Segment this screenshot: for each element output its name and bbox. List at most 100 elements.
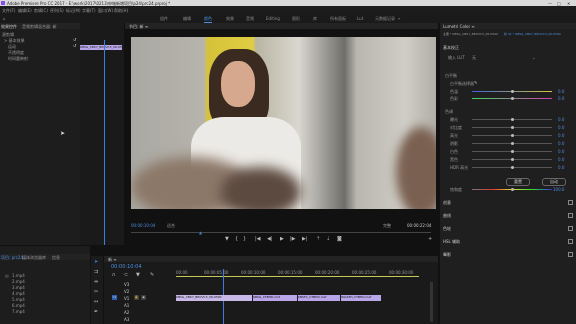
track-label-a1[interactable]: A1 xyxy=(124,303,129,308)
tone-whites-knob[interactable] xyxy=(511,150,514,153)
tone-exposure-slider[interactable] xyxy=(472,118,552,121)
lumetri-tab[interactable]: Lumetri Color ≡ xyxy=(443,24,475,29)
section-checkbox-5[interactable] xyxy=(568,252,573,257)
section-basic-correction[interactable]: 基本校正 xyxy=(443,45,459,51)
section-color-wheels[interactable]: 色轮 xyxy=(443,226,451,232)
section-checkbox-1[interactable] xyxy=(568,200,573,205)
timeline-scrollbar[interactable] xyxy=(430,282,433,322)
wb-temp-value[interactable]: 0.0 xyxy=(558,89,564,94)
tone-hdr-value[interactable]: 0.0 xyxy=(558,165,564,170)
tone-shadows-knob[interactable] xyxy=(511,142,514,145)
workspace-tab-graphics[interactable]: 图形 xyxy=(292,16,300,22)
timeline-clip[interactable]: KBSFC_CTBHD.mxf xyxy=(298,295,340,301)
tone-contrast-value[interactable]: 0.0 xyxy=(558,125,564,130)
project-item[interactable]: 1.mp4 xyxy=(12,273,25,278)
workspace-tab-libraries[interactable]: 库 xyxy=(313,16,317,22)
tone-highlights-knob[interactable] xyxy=(511,134,514,137)
section-checkbox-2[interactable] xyxy=(568,213,573,218)
lut-dropdown-chevron-icon[interactable]: ⌄ xyxy=(532,55,535,60)
tone-contrast-knob[interactable] xyxy=(511,126,514,129)
snap-icon[interactable]: ∩ xyxy=(112,272,116,278)
razor-tool-icon[interactable]: ✂ xyxy=(94,289,98,295)
lift-icon[interactable]: ⇡ xyxy=(316,236,320,242)
lumetri-sequence-label[interactable]: 新 01 * KBSG_CBK7_BEOVC3_06-0590 xyxy=(504,32,561,36)
saturation-slider[interactable] xyxy=(472,188,552,191)
tone-blacks-knob[interactable] xyxy=(511,158,514,161)
slip-tool-icon[interactable]: ↔ xyxy=(94,299,98,305)
work-area-bar[interactable] xyxy=(176,276,419,277)
reset-icon-2[interactable]: ↺ xyxy=(73,43,76,48)
tab-info[interactable]: 信息 xyxy=(52,255,60,261)
track-lock-icon[interactable]: 🔒 xyxy=(134,295,139,300)
workspace-tab-audio[interactable]: 音频 xyxy=(246,16,254,22)
effect-item-time-remap[interactable]: 时间重映射 xyxy=(8,56,28,62)
reset-icon[interactable]: ↺ xyxy=(73,37,76,42)
section-creative[interactable]: 创意 xyxy=(443,200,451,206)
tone-exposure-knob[interactable] xyxy=(511,118,514,121)
selection-tool-icon[interactable]: ➤ xyxy=(94,259,98,265)
project-item[interactable]: 2.mp4 xyxy=(12,279,25,284)
wb-tint-value[interactable]: 0.0 xyxy=(558,96,564,101)
add-button-icon[interactable]: + xyxy=(428,236,432,242)
workspace-more-icon[interactable]: » xyxy=(398,16,400,21)
track-select-icon[interactable]: ⇉ xyxy=(94,269,98,275)
timeline-clip[interactable]: WG3ZH_CTBHD.mxf xyxy=(341,295,381,301)
track-label-a2[interactable]: A2 xyxy=(124,310,129,315)
track-label-v3[interactable]: V3 xyxy=(124,282,129,287)
play-icon[interactable]: ▶ xyxy=(280,236,284,242)
section-hsl-secondary[interactable]: HSL 辅助 xyxy=(443,239,460,245)
step-forward-icon[interactable]: |▶ xyxy=(290,236,296,242)
tone-hdr-knob[interactable] xyxy=(511,166,514,169)
tab-project[interactable]: 项目: prc24 xyxy=(1,255,23,261)
eyedropper-icon[interactable]: ✎ xyxy=(474,80,477,85)
wrench-icon[interactable]: ✎ xyxy=(150,272,154,278)
workspace-tab-editing-en[interactable]: Editing xyxy=(266,16,280,21)
effect-clip-bar[interactable]: KBSG_CBK7_BEOVC3_06-0590 xyxy=(80,45,122,50)
tab-effect-controls[interactable]: 效果控件 xyxy=(1,24,17,30)
wb-temp-slider[interactable] xyxy=(472,90,552,93)
marker-icon[interactable]: ▼ xyxy=(225,236,229,242)
tone-blacks-value[interactable]: 0.0 xyxy=(558,157,564,162)
section-curves[interactable]: 曲线 xyxy=(443,213,451,219)
home-icon[interactable]: ⌂ xyxy=(3,16,6,21)
wb-tint-knob[interactable] xyxy=(511,97,514,100)
tab-sequence[interactable]: 新 ≡ xyxy=(108,257,117,263)
project-item[interactable]: 7.mp4 xyxy=(12,309,25,314)
in-point-icon[interactable]: { xyxy=(235,236,238,242)
go-to-out-icon[interactable]: ▶| xyxy=(302,236,308,242)
ripple-edit-icon[interactable]: ⇹ xyxy=(94,279,98,285)
section-checkbox-4[interactable] xyxy=(568,239,573,244)
camera-icon[interactable]: ◙ xyxy=(337,236,342,242)
pen-tool-icon[interactable]: ✒ xyxy=(94,309,98,315)
tone-shadows-value[interactable]: 0.0 xyxy=(558,141,564,146)
tone-highlights-value[interactable]: 0.0 xyxy=(558,133,564,138)
saturation-value[interactable]: 100.0 xyxy=(553,187,564,192)
linked-selection-icon[interactable]: ⊂ xyxy=(124,272,128,278)
effect-playhead[interactable] xyxy=(104,40,105,245)
extract-icon[interactable]: ⇣ xyxy=(326,236,330,242)
fit-dropdown[interactable]: 适合 xyxy=(167,223,175,229)
program-playhead-marker[interactable]: ▲ xyxy=(199,230,202,235)
track-label-v1[interactable]: V1 xyxy=(124,296,129,301)
tone-blacks-slider[interactable] xyxy=(472,158,552,161)
program-timecode[interactable]: 00:00:10:04 xyxy=(131,223,155,228)
timeline-clip[interactable]: KBSG_CTBHD.mxf xyxy=(253,295,297,301)
tab-program[interactable]: 节目: 新 ≡ xyxy=(129,24,148,30)
workspace-tab-all-panels[interactable]: 所有面板 xyxy=(330,16,346,22)
auto-button[interactable]: 自动 xyxy=(542,178,566,186)
project-item[interactable]: 5.mp4 xyxy=(12,297,25,302)
project-item[interactable]: 3.mp4 xyxy=(12,285,25,290)
tone-hdr-slider[interactable] xyxy=(472,166,552,169)
track-label-a3[interactable]: A3 xyxy=(124,317,129,322)
timeline-timecode[interactable]: 00:00:10:04 xyxy=(111,264,142,270)
tone-whites-value[interactable]: 0.0 xyxy=(558,149,564,154)
tone-exposure-value[interactable]: 0.0 xyxy=(558,117,564,122)
workspace-tab-assembly[interactable]: 组件 xyxy=(160,16,168,22)
track-label-v2[interactable]: V2 xyxy=(124,289,129,294)
tone-shadows-slider[interactable] xyxy=(472,142,552,145)
timeline-clip[interactable]: KBSG_CBK7_BEOVC3_06-0590 xyxy=(176,295,252,301)
saturation-knob[interactable] xyxy=(511,188,514,191)
go-to-in-icon[interactable]: |◀ xyxy=(255,236,261,242)
project-item[interactable]: 6.mp4 xyxy=(12,303,25,308)
workspace-tab-color[interactable]: 颜色 xyxy=(204,16,212,23)
